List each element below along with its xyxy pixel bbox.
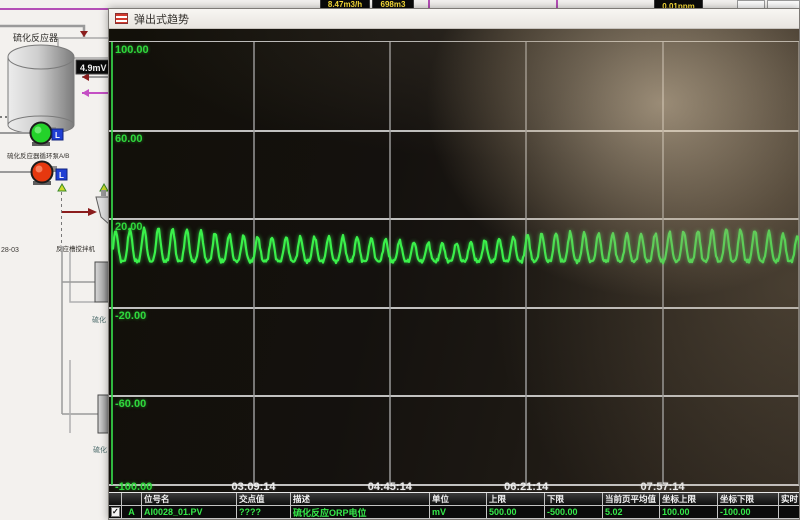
orp-readout-value: 4.9mV: [80, 63, 107, 73]
trend-curve-line: [113, 228, 799, 264]
column-header: 单位: [430, 493, 487, 506]
row-value-cell: 硫化反应ORP电位: [291, 506, 430, 519]
window-titlebar[interactable]: 弹出式趋势: [109, 9, 799, 29]
column-header: 上限: [487, 493, 545, 506]
trend-document-icon: [115, 13, 128, 24]
curve-id-cell: A: [122, 506, 142, 519]
flow-arrow-down: [80, 31, 88, 37]
y-tick-label: 20.00: [115, 221, 143, 233]
row-value-cell: ????: [237, 506, 291, 519]
column-header: 坐标下限: [718, 493, 779, 506]
pump-b[interactable]: [32, 162, 58, 186]
column-header: 下限: [545, 493, 603, 506]
tag-label: 28-03: [1, 247, 19, 254]
reactor-tank[interactable]: [8, 45, 74, 134]
row-value-cell: -500.00: [545, 506, 603, 519]
row-value-cell: mV: [430, 506, 487, 519]
column-header: 当前页平均值: [603, 493, 660, 506]
flow-arrow-right: [88, 208, 97, 216]
y-tick-label: -60.00: [115, 398, 146, 410]
row-value-cell: AI0028_01.PV: [142, 506, 237, 519]
column-header: 描述: [291, 493, 430, 506]
curve-column-header: [122, 493, 142, 506]
row-value-cell: -100.00: [718, 506, 779, 519]
trend-chart-plot[interactable]: 100.0060.0020.00-20.00-60.00-100.00 03:0…: [109, 29, 799, 493]
pipe: [70, 252, 95, 302]
window-title: 弹出式趋势: [134, 11, 189, 27]
table-row[interactable]: ✓AAI0028_01.PV????硫化反应ORP电位mV500.00-500.…: [109, 506, 799, 519]
svg-text:L: L: [59, 171, 64, 180]
trend-window: 弹出式趋势 100.00 60.00 20.00 -20.00 -60.00 -100.0…: [108, 8, 800, 520]
equipment-2-label: 硫化: [93, 445, 107, 454]
y-tick-label: 60.00: [115, 133, 143, 145]
trend-curve: [109, 29, 799, 493]
alarm-triangle-icon: [58, 184, 66, 191]
flow-arrow-left-magenta: [82, 89, 89, 97]
equipment-1-label: 硫化: [92, 315, 106, 324]
row-value-cell: 5.02: [603, 506, 660, 519]
column-header: 交点值: [237, 493, 291, 506]
pump-b-interlock-badge[interactable]: L: [56, 169, 67, 180]
process-diagram: 硫化反应器 4.9mV L 硫化反应器循环泵A/B L: [0, 0, 110, 520]
row-checkbox-cell: ✓: [109, 506, 122, 519]
row-checkbox[interactable]: ✓: [111, 507, 120, 517]
row-value-cell: [779, 506, 799, 519]
table-header-row: 位号名交点值描述单位上限下限当前页平均值坐标上限坐标下限实时: [109, 493, 799, 506]
column-header: 坐标上限: [660, 493, 718, 506]
reactor-label: 硫化反应器: [13, 32, 58, 43]
column-header: 位号名: [142, 493, 237, 506]
column-header: 实时: [779, 493, 799, 506]
pump-group-label: 硫化反应器循环泵A/B: [7, 151, 69, 160]
y-tick-label: -20.00: [115, 310, 146, 322]
row-value-cell: 500.00: [487, 506, 545, 519]
svg-text:L: L: [55, 131, 60, 140]
row-value-cell: 100.00: [660, 506, 718, 519]
y-tick-label: 100.00: [115, 44, 149, 56]
trend-legend-table: 位号名交点值描述单位上限下限当前页平均值坐标上限坐标下限实时✓AAI0028_0…: [109, 492, 799, 519]
pump-a-interlock-badge[interactable]: L: [52, 129, 63, 140]
desktop: 8.47m3/h 698m3 0.01ppm: [0, 0, 800, 520]
select-column-header: [109, 493, 122, 506]
orp-readout: 4.9mV: [76, 60, 110, 74]
alarm-triangle-icon: [100, 184, 108, 191]
